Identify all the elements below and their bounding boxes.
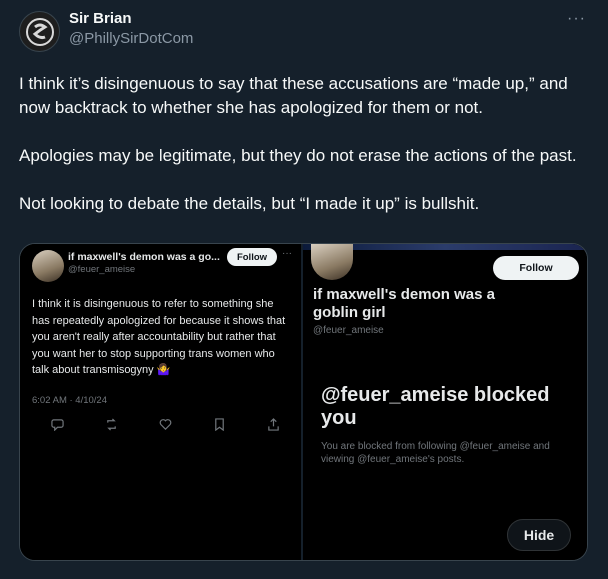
more-options-icon[interactable]: ··· [567,10,586,28]
quoted-handle: @feuer_ameise [68,264,136,275]
profile-display-name: if maxwell's demon was a goblin girl [313,286,495,321]
profile-avatar [311,244,353,280]
reply-icon [50,417,64,431]
post-header: Sir Brian @PhillySirDotCom [19,10,589,60]
screenshot-blocked-profile[interactable]: Follow if maxwell's demon was a goblin g… [303,244,587,560]
avatar-logo-icon [25,17,54,46]
quoted-timestamp: 6:02 AM · 4/10/24 [32,395,107,406]
follow-button: Follow [493,256,579,280]
quoted-avatar [32,250,64,282]
post-text: I think it’s disingenuous to say that th… [19,72,579,216]
post-paragraph: Not looking to debate the details, but “… [19,194,480,213]
repost-icon [104,417,118,431]
more-options-icon: ··· [282,248,292,259]
share-icon [266,417,280,431]
blocked-description: You are blocked from following @feuer_am… [321,441,550,465]
quoted-body: I think it is disingenuous to refer to s… [32,298,286,376]
post-paragraph: Apologies may be legitimate, but they do… [19,146,577,165]
bookmark-icon [212,417,226,431]
profile-handle: @feuer_ameise [313,325,384,336]
quoted-display-name: if maxwell's demon was a go... [68,251,220,263]
hide-button[interactable]: Hide [507,519,571,551]
attached-images[interactable]: if maxwell's demon was a go... @feuer_am… [19,243,588,561]
blocked-title: @feuer_ameise blocked you [321,384,550,429]
quoted-actions [50,417,280,431]
screenshot-tweet[interactable]: if maxwell's demon was a go... @feuer_am… [20,244,303,560]
avatar[interactable] [19,11,60,52]
user-handle[interactable]: @PhillySirDotCom [69,28,193,49]
display-name[interactable]: Sir Brian [69,10,193,28]
like-icon [158,417,172,431]
post-paragraph: I think it’s disingenuous to say that th… [19,74,568,117]
follow-button: Follow [227,248,277,266]
